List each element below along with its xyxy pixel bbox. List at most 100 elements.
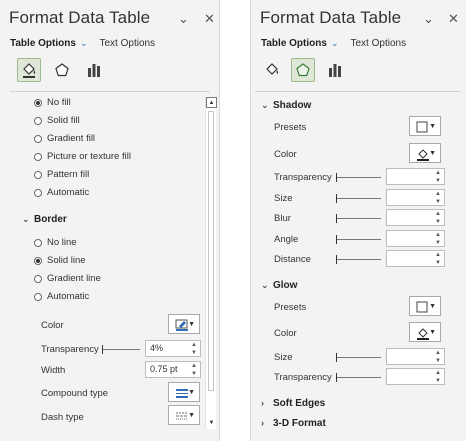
glow-color-dropdown[interactable]: ▼ bbox=[409, 322, 441, 342]
spin-down-icon[interactable]: ▼ bbox=[435, 178, 441, 184]
glow-presets-dropdown[interactable]: ▼ bbox=[409, 296, 441, 316]
spin-up-icon[interactable]: ▲ bbox=[435, 191, 441, 197]
scroll-down-icon[interactable]: ▼ bbox=[206, 418, 217, 429]
shadow-presets-dropdown[interactable]: ▼ bbox=[409, 116, 441, 136]
spin-down-icon[interactable]: ▼ bbox=[435, 240, 441, 246]
radio-gradient-fill[interactable] bbox=[34, 135, 42, 143]
compound-type-label: Compound type bbox=[41, 388, 109, 399]
border-option-label: No line bbox=[47, 237, 77, 248]
width-spinner[interactable]: 0.75 pt ▲ ▼ bbox=[145, 361, 201, 378]
effects-tab[interactable] bbox=[50, 58, 74, 82]
shadow-distance-slider[interactable] bbox=[336, 255, 381, 264]
transparency-label: Transparency bbox=[41, 344, 99, 355]
collapse-icon[interactable]: ⌄ bbox=[178, 12, 189, 25]
radio-solid-fill[interactable] bbox=[34, 117, 42, 125]
table-options-tab[interactable]: Table Options bbox=[10, 38, 76, 49]
spin-up-icon[interactable]: ▲ bbox=[191, 363, 197, 369]
radio-solid-line[interactable] bbox=[34, 257, 42, 265]
glow-section-header[interactable]: ⌄ Glow bbox=[261, 280, 297, 291]
shadow-color-label: Color bbox=[274, 149, 297, 160]
scroll-up-icon[interactable]: ▲ bbox=[206, 97, 217, 108]
bar-chart-icon bbox=[88, 64, 100, 77]
pentagon-icon bbox=[296, 63, 310, 77]
shadow-angle-spinner[interactable]: ▲ ▼ bbox=[386, 230, 445, 247]
table-options-tab[interactable]: Table Options bbox=[261, 38, 327, 49]
glow-transparency-spinner[interactable]: ▲ ▼ bbox=[386, 368, 445, 385]
shadow-section-header[interactable]: ⌄ Shadow bbox=[261, 100, 311, 111]
spin-down-icon[interactable]: ▼ bbox=[435, 219, 441, 225]
text-options-tab[interactable]: Text Options bbox=[350, 38, 406, 49]
spin-down-icon[interactable]: ▼ bbox=[191, 350, 197, 356]
radio-gradient-line[interactable] bbox=[34, 275, 42, 283]
border-section-header[interactable]: ⌄ Border bbox=[22, 214, 67, 225]
chevron-down-icon: ⌄ bbox=[261, 280, 269, 290]
vertical-scrollbar[interactable]: ▲ ▼ bbox=[205, 97, 217, 429]
spin-up-icon[interactable]: ▲ bbox=[435, 350, 441, 356]
radio-no-line[interactable] bbox=[34, 239, 42, 247]
transparency-slider[interactable] bbox=[102, 345, 140, 354]
fill-option-label: No fill bbox=[47, 97, 71, 108]
soft-edges-section-header[interactable]: › Soft Edges bbox=[261, 398, 325, 409]
fill-color-icon bbox=[417, 149, 429, 161]
effects-tab[interactable] bbox=[291, 58, 315, 82]
chevron-down-icon[interactable]: ⌄ bbox=[331, 38, 339, 48]
three-d-format-section-header[interactable]: › 3-D Format bbox=[261, 418, 326, 429]
shadow-distance-spinner[interactable]: ▲ ▼ bbox=[386, 250, 445, 267]
radio-automatic-fill[interactable] bbox=[34, 189, 42, 197]
format-pane-left: Format Data Table ⌄ ✕ Table Options ⌄ Text… bbox=[0, 0, 220, 441]
glow-transparency-slider[interactable] bbox=[336, 373, 381, 382]
caret-down-icon: ▼ bbox=[429, 303, 436, 310]
spin-up-icon[interactable]: ▲ bbox=[435, 252, 441, 258]
compound-type-dropdown[interactable]: ▼ bbox=[168, 382, 200, 402]
close-icon[interactable]: ✕ bbox=[204, 12, 215, 25]
chevron-down-icon[interactable]: ⌄ bbox=[80, 38, 88, 48]
shadow-blur-slider[interactable] bbox=[336, 214, 381, 223]
glow-size-slider[interactable] bbox=[336, 353, 381, 362]
scroll-thumb[interactable] bbox=[208, 111, 214, 391]
size-properties-tab[interactable] bbox=[323, 58, 347, 82]
shadow-angle-slider[interactable] bbox=[336, 235, 381, 244]
fill-option-label: Solid fill bbox=[47, 115, 80, 126]
spin-up-icon[interactable]: ▲ bbox=[191, 342, 197, 348]
close-icon[interactable]: ✕ bbox=[448, 12, 459, 25]
fill-line-tab[interactable] bbox=[260, 58, 284, 82]
shadow-color-dropdown[interactable]: ▼ bbox=[409, 143, 441, 163]
glow-color-label: Color bbox=[274, 328, 297, 339]
shadow-size-slider[interactable] bbox=[336, 194, 381, 203]
spin-down-icon[interactable]: ▼ bbox=[435, 260, 441, 266]
spin-up-icon[interactable]: ▲ bbox=[435, 370, 441, 376]
spin-down-icon[interactable]: ▼ bbox=[435, 199, 441, 205]
color-label: Color bbox=[41, 320, 64, 331]
radio-no-fill[interactable] bbox=[34, 99, 42, 107]
chevron-right-icon: › bbox=[261, 418, 264, 428]
shadow-blur-spinner[interactable]: ▲ ▼ bbox=[386, 209, 445, 226]
spin-down-icon[interactable]: ▼ bbox=[435, 358, 441, 364]
radio-pattern-fill[interactable] bbox=[34, 171, 42, 179]
shadow-transparency-spinner[interactable]: ▲ ▼ bbox=[386, 168, 445, 185]
shadow-transparency-slider[interactable] bbox=[336, 173, 381, 182]
shadow-angle-label: Angle bbox=[274, 234, 299, 245]
collapse-icon[interactable]: ⌄ bbox=[423, 12, 434, 25]
spin-down-icon[interactable]: ▼ bbox=[435, 378, 441, 384]
glow-transparency-label: Transparency bbox=[274, 372, 332, 383]
radio-picture-fill[interactable] bbox=[34, 153, 42, 161]
dash-type-dropdown[interactable]: ▼ bbox=[168, 405, 200, 425]
dash-lines-icon bbox=[176, 412, 188, 420]
caret-down-icon: ▼ bbox=[188, 412, 195, 419]
spin-down-icon[interactable]: ▼ bbox=[191, 371, 197, 377]
line-color-dropdown[interactable]: ▼ bbox=[168, 314, 200, 334]
caret-down-icon: ▼ bbox=[429, 123, 436, 130]
size-properties-tab[interactable] bbox=[82, 58, 106, 82]
fill-line-tab[interactable] bbox=[17, 58, 41, 82]
spin-up-icon[interactable]: ▲ bbox=[435, 232, 441, 238]
spin-up-icon[interactable]: ▲ bbox=[435, 170, 441, 176]
text-options-tab[interactable]: Text Options bbox=[99, 38, 155, 49]
spin-up-icon[interactable]: ▲ bbox=[435, 211, 441, 217]
caret-down-icon: ▼ bbox=[188, 389, 195, 396]
radio-automatic-line[interactable] bbox=[34, 293, 42, 301]
shadow-transparency-label: Transparency bbox=[274, 172, 332, 183]
transparency-spinner[interactable]: 4% ▲ ▼ bbox=[145, 340, 201, 357]
dash-type-label: Dash type bbox=[41, 412, 84, 423]
shadow-size-spinner[interactable]: ▲ ▼ bbox=[386, 189, 445, 206]
glow-size-spinner[interactable]: ▲ ▼ bbox=[386, 348, 445, 365]
